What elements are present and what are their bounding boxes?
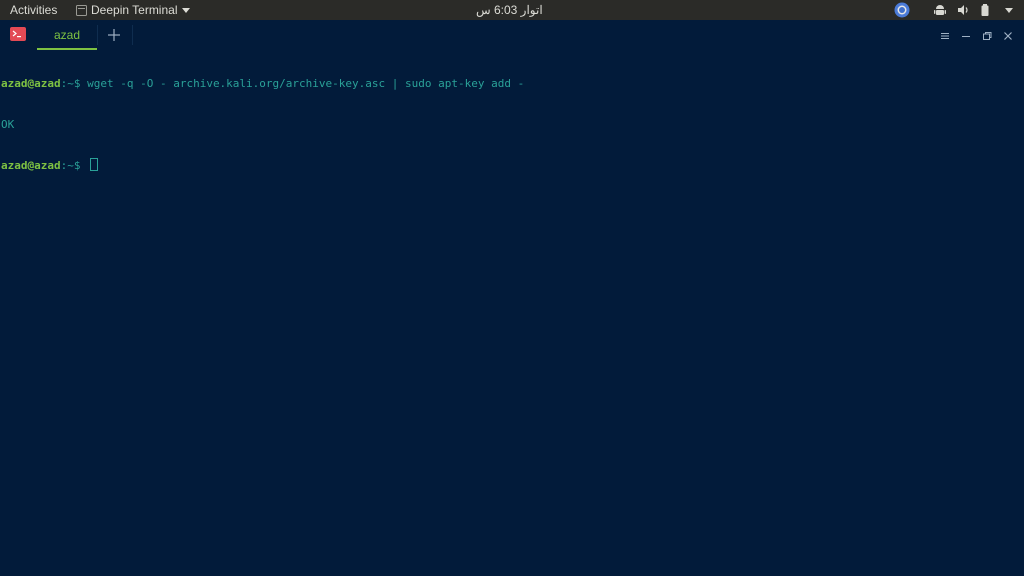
system-tray <box>894 0 1016 20</box>
prompt-user: azad@azad <box>1 159 61 172</box>
terminal-line: azad@azad:~$ <box>1 158 1021 172</box>
command-output: OK <box>1 117 15 131</box>
terminal-app-icon <box>76 4 87 16</box>
tab-divider <box>97 25 98 45</box>
prompt-separator: :~$ <box>60 77 88 90</box>
clock[interactable]: اتوار 6:03 س <box>476 3 543 17</box>
battery-icon[interactable] <box>979 3 993 17</box>
plus-icon[interactable] <box>104 25 124 45</box>
activities-button[interactable]: Activities <box>10 3 57 17</box>
chevron-down-icon <box>181 3 190 17</box>
menu-icon[interactable] <box>939 27 951 39</box>
close-icon[interactable] <box>1002 27 1014 40</box>
command-text: wget -q -O - archive.kali.org/archive-ke… <box>87 77 525 90</box>
tab-azad[interactable]: azad <box>37 20 97 50</box>
chrome-icon[interactable] <box>894 2 910 18</box>
prompt-user: azad@azad <box>1 77 61 90</box>
terminal-titlebar: azad <box>0 20 1024 50</box>
terminal-line: OK <box>1 118 1021 132</box>
tab-divider <box>132 25 133 45</box>
app-menu[interactable]: Deepin Terminal <box>76 3 190 17</box>
minimize-icon[interactable] <box>960 27 972 39</box>
android-icon[interactable] <box>933 3 947 17</box>
text-cursor <box>90 158 99 171</box>
chevron-down-icon[interactable] <box>1002 3 1016 17</box>
terminal-line: azad@azad:~$ wget -q -O - archive.kali.o… <box>1 77 1021 91</box>
window-controls <box>939 27 1014 40</box>
prompt-separator: :~$ <box>60 159 88 172</box>
maximize-icon[interactable] <box>981 27 993 40</box>
top-bar: Activities Deepin Terminal اتوار 6:03 س <box>0 0 1024 20</box>
volume-icon[interactable] <box>956 3 970 17</box>
terminal-output[interactable]: azad@azad:~$ wget -q -O - archive.kali.o… <box>1 50 1021 570</box>
app-menu-label: Deepin Terminal <box>91 3 178 17</box>
deepin-terminal-logo-icon <box>10 27 26 41</box>
